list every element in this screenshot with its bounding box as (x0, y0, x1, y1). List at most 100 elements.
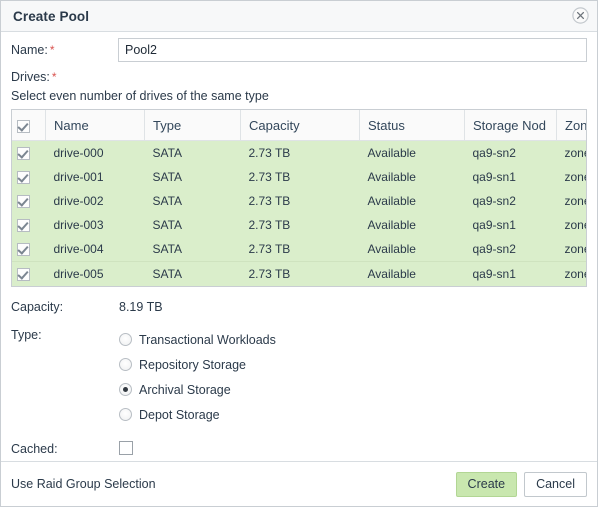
capacity-label: Capacity: (11, 300, 64, 314)
pool-name-input[interactable] (118, 38, 587, 62)
cell-zone: zone_0 (556, 261, 586, 286)
radio-label: Repository Storage (139, 357, 247, 372)
cell-storage-node: qa9-sn2 (464, 189, 557, 213)
radio-depot-storage[interactable]: Depot Storage (119, 402, 276, 427)
table-row[interactable]: drive-000 SATA 2.73 TB Available qa9-sn2… (12, 140, 586, 165)
column-header-name[interactable]: Name (45, 110, 145, 141)
column-header-storage-node[interactable]: Storage Nod (464, 110, 557, 141)
cell-type: SATA (144, 140, 241, 165)
table-row[interactable]: drive-005 SATA 2.73 TB Available qa9-sn1… (12, 261, 586, 286)
row-checkbox[interactable] (17, 195, 30, 209)
cached-label: Cached: (11, 442, 58, 456)
drives-required-mark: * (51, 70, 57, 84)
name-label: Name: * (11, 43, 118, 57)
radio-button-icon[interactable] (119, 333, 132, 346)
row-checkbox-cell[interactable] (12, 237, 46, 262)
type-radio-group: Transactional Workloads Repository Stora… (119, 327, 276, 427)
cell-status: Available (359, 140, 465, 165)
radio-label: Archival Storage (139, 382, 231, 397)
select-all-header[interactable] (12, 110, 46, 141)
row-checkbox[interactable] (17, 243, 30, 257)
cell-type: SATA (144, 261, 241, 286)
drives-hint: Select even number of drives of the same… (11, 89, 269, 103)
radio-label: Depot Storage (139, 407, 220, 422)
radio-button-icon-selected[interactable] (119, 383, 132, 396)
name-required-mark: * (49, 43, 55, 57)
dialog-title: Create Pool (13, 8, 90, 24)
cell-type: SATA (144, 165, 241, 189)
drives-field-row: Drives: * (1, 67, 597, 87)
table-header-row: Name Type Capacity Status Storage Nod Zo… (12, 110, 586, 141)
cell-status: Available (359, 189, 465, 213)
cell-capacity: 2.73 TB (240, 140, 360, 165)
name-label-text: Name: (11, 43, 48, 57)
row-checkbox[interactable] (17, 219, 30, 233)
cell-type: SATA (144, 213, 241, 237)
cell-type: SATA (144, 189, 241, 213)
cell-name: drive-002 (45, 189, 145, 213)
create-button[interactable]: Create (455, 471, 518, 497)
cell-status: Available (359, 165, 465, 189)
dialog-body: Name:* Drives:* Select even number of dr… (1, 32, 597, 461)
dialog-titlebar: Create Pool (1, 1, 597, 32)
drives-table-container: Name Type Capacity Status Storage Nod Zo… (11, 109, 587, 287)
cell-capacity: 2.73 TB (240, 189, 360, 213)
drives-label-text: Drives: (11, 70, 50, 84)
type-row: Type: Transactional Workloads Repository… (11, 327, 587, 427)
row-checkbox[interactable] (17, 268, 30, 282)
radio-button-icon[interactable] (119, 408, 132, 421)
capacity-value: 8.19 TB (119, 300, 163, 314)
radio-repository-storage[interactable]: Repository Storage (119, 352, 276, 377)
create-pool-dialog: Create Pool Name:* Drives:* Select even … (0, 0, 598, 507)
cell-capacity: 2.73 TB (240, 213, 360, 237)
cell-storage-node: qa9-sn1 (464, 261, 557, 286)
cell-storage-node: qa9-sn1 (464, 165, 557, 189)
cell-name: drive-005 (45, 261, 145, 286)
row-checkbox-cell[interactable] (12, 213, 46, 237)
cell-name: drive-001 (45, 165, 145, 189)
cell-name: drive-004 (45, 237, 145, 262)
cell-status: Available (359, 261, 465, 286)
radio-transactional-workloads[interactable]: Transactional Workloads (119, 327, 276, 352)
radio-button-icon[interactable] (119, 358, 132, 371)
cell-capacity: 2.73 TB (240, 261, 360, 286)
cell-name: drive-000 (45, 140, 145, 165)
cell-storage-node: qa9-sn2 (464, 140, 557, 165)
type-label: Type: (11, 328, 42, 342)
table-row[interactable]: drive-004 SATA 2.73 TB Available qa9-sn2… (12, 237, 586, 262)
cell-zone: zone_0 (556, 140, 586, 165)
cell-zone: zone_0 (556, 237, 586, 262)
cell-status: Available (359, 237, 465, 262)
row-checkbox-cell[interactable] (12, 261, 46, 286)
table-row[interactable]: drive-001 SATA 2.73 TB Available qa9-sn1… (12, 165, 586, 189)
column-header-status[interactable]: Status (359, 110, 465, 141)
cell-zone: zone_0 (556, 165, 586, 189)
row-checkbox[interactable] (17, 171, 30, 185)
dialog-footer: Use Raid Group Selection Create Cancel (1, 461, 597, 506)
row-checkbox[interactable] (17, 147, 30, 161)
close-circle-icon[interactable] (572, 7, 589, 24)
drives-label: Drives: * (11, 70, 118, 84)
cell-capacity: 2.73 TB (240, 165, 360, 189)
select-all-checkbox[interactable] (17, 119, 30, 133)
row-checkbox-cell[interactable] (12, 165, 46, 189)
column-header-zone[interactable]: Zone (556, 110, 586, 141)
radio-archival-storage[interactable]: Archival Storage (119, 377, 276, 402)
cached-checkbox[interactable] (119, 441, 133, 455)
use-raid-group-selection-link[interactable]: Use Raid Group Selection (11, 477, 156, 491)
cell-name: drive-003 (45, 213, 145, 237)
cell-zone: zone_0 (556, 189, 586, 213)
row-checkbox-cell[interactable] (12, 140, 46, 165)
column-header-capacity[interactable]: Capacity (240, 110, 360, 141)
cell-storage-node: qa9-sn2 (464, 237, 557, 262)
drives-table-head: Name Type Capacity Status Storage Nod Zo… (12, 110, 586, 141)
drives-table-body: drive-000 SATA 2.73 TB Available qa9-sn2… (12, 140, 586, 286)
table-row[interactable]: drive-003 SATA 2.73 TB Available qa9-sn1… (12, 213, 586, 237)
cell-zone: zone_0 (556, 213, 586, 237)
cancel-button[interactable]: Cancel (524, 471, 587, 497)
capacity-row: Capacity: 8.19 TB (11, 299, 587, 315)
table-row[interactable]: drive-002 SATA 2.73 TB Available qa9-sn2… (12, 189, 586, 213)
row-checkbox-cell[interactable] (12, 189, 46, 213)
cached-row: Cached: (11, 441, 587, 457)
column-header-type[interactable]: Type (144, 110, 241, 141)
